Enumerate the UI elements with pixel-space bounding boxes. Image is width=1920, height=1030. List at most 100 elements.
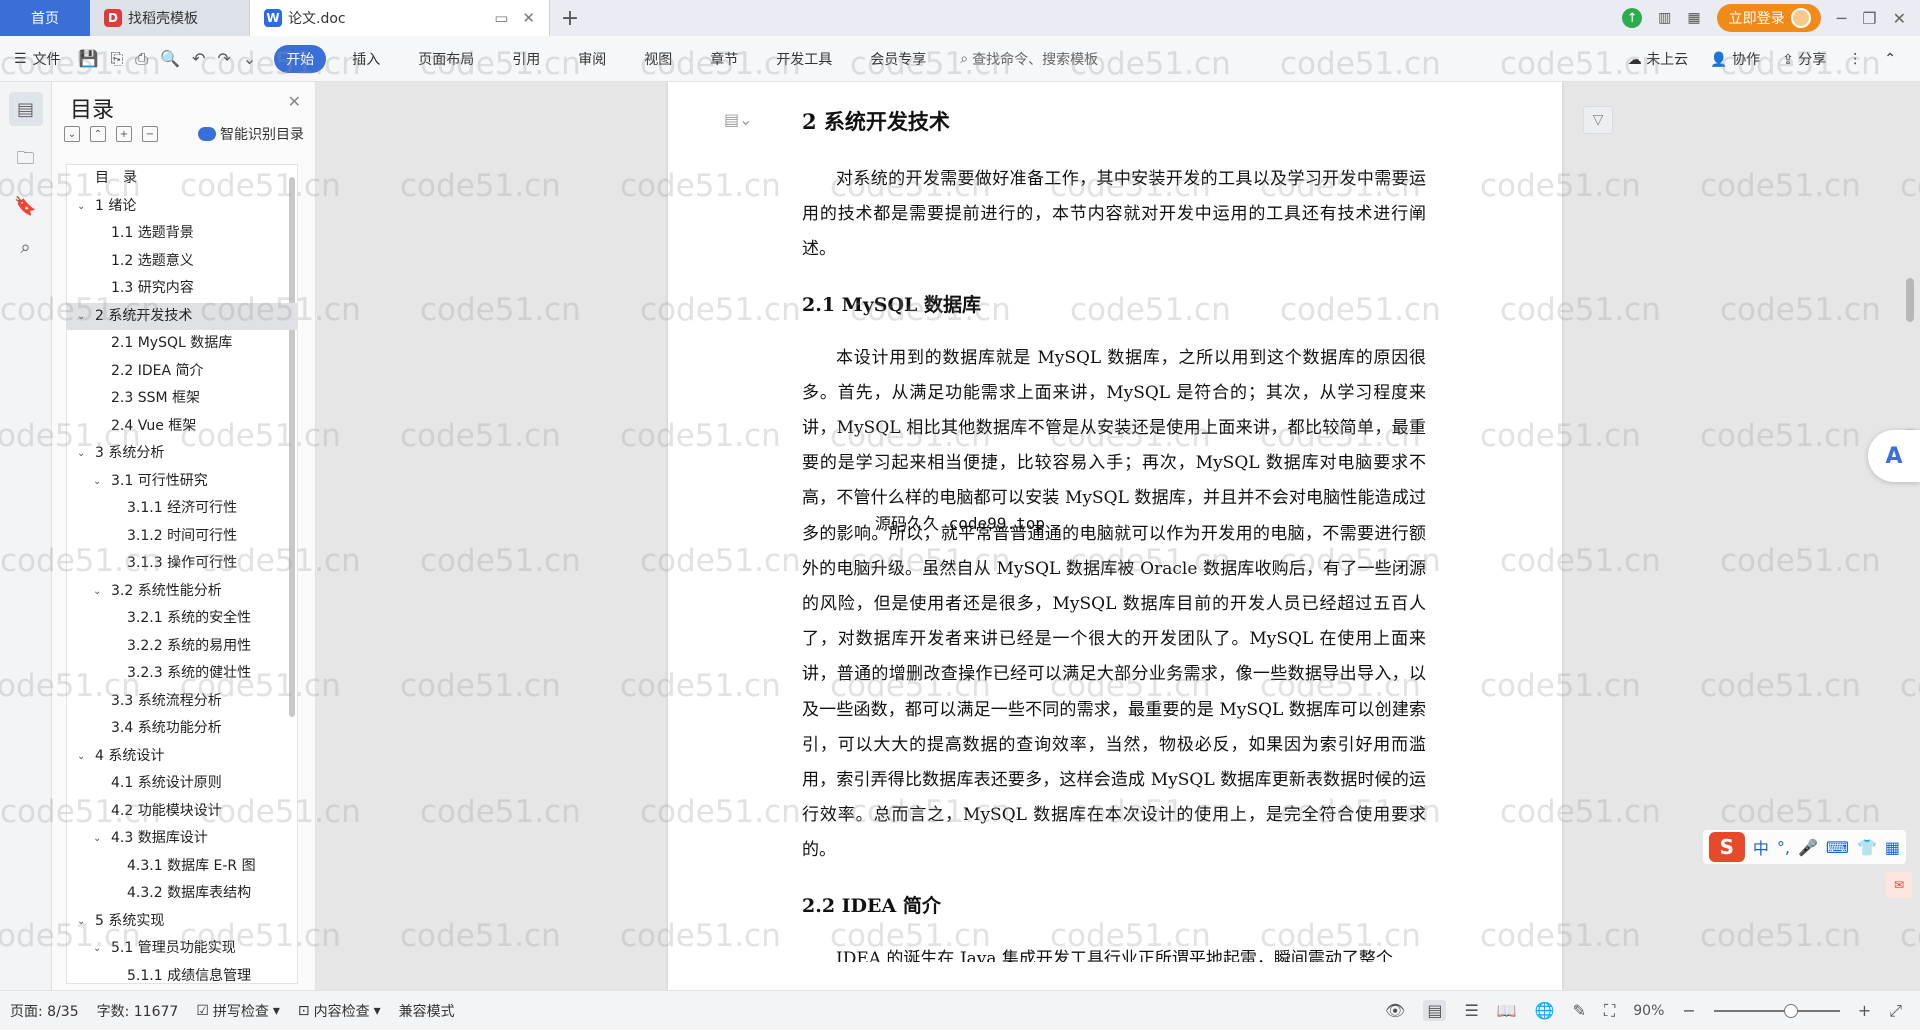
toc-item[interactable]: 2.4 Vue 框架: [67, 413, 297, 441]
minimize-icon[interactable]: ─: [1837, 9, 1847, 28]
outline-view-icon[interactable]: ☰: [1464, 1001, 1478, 1020]
zoom-slider-knob[interactable]: [1783, 1003, 1798, 1018]
web-view-icon[interactable]: 🌐: [1535, 1001, 1555, 1020]
chevron-down-icon[interactable]: ⌄: [93, 825, 101, 853]
toc-item[interactable]: 3.1.3 操作可行性: [67, 550, 297, 578]
ribbon-tab-member[interactable]: 会员专享: [858, 45, 938, 73]
print-icon[interactable]: ⎙: [135, 49, 148, 69]
toc-item[interactable]: 4.1 系统设计原则: [67, 770, 297, 798]
chevron-down-icon[interactable]: ⌄: [77, 908, 85, 936]
tab-template[interactable]: D 找稻壳模板: [90, 0, 250, 36]
toc-item[interactable]: ⌄ 5.1 管理员功能实现: [67, 935, 297, 963]
document-page[interactable]: ▤⌄ 2 系统开发技术 对系统的开发需要做好准备工作，其中安装开发的工具以及学习…: [668, 82, 1562, 990]
toc-item[interactable]: ⌄ 1 绪论: [67, 193, 297, 221]
chevron-down-icon[interactable]: ⌄: [77, 743, 85, 771]
close-icon[interactable]: ✕: [288, 92, 301, 111]
toc-item[interactable]: 3.2.2 系统的易用性: [67, 633, 297, 661]
tab-pin-icon[interactable]: ▭: [494, 9, 508, 27]
zoom-out-icon[interactable]: −: [1682, 1001, 1695, 1020]
toc-item[interactable]: 4.2 功能模块设计: [67, 798, 297, 826]
expand-all-icon[interactable]: ⌄: [64, 126, 80, 142]
file-menu[interactable]: ☰ 文件: [14, 49, 61, 69]
export-icon[interactable]: ⎘: [110, 49, 123, 69]
page-indicator[interactable]: 页面: 8/35: [10, 1001, 79, 1021]
chevron-down-icon[interactable]: ⌄: [93, 578, 101, 606]
chevron-down-icon[interactable]: ⌄: [93, 935, 101, 963]
chevron-down-icon[interactable]: ⌄: [93, 468, 101, 496]
toc-item[interactable]: 5.1.1 成绩信息管理: [67, 963, 297, 984]
toc-item[interactable]: 1.1 选题背景: [67, 220, 297, 248]
content-check-button[interactable]: ⊡ 内容检查 ▾: [298, 1001, 381, 1021]
toc-item[interactable]: 2.1 MySQL 数据库: [67, 330, 297, 358]
write-mode-icon[interactable]: ✎: [1573, 1001, 1586, 1020]
smart-toc-button[interactable]: 智能识别目录: [198, 124, 304, 144]
toc-item[interactable]: ⌄ 2 系统开发技术: [67, 302, 297, 331]
toc-item[interactable]: 1.2 选题意义: [67, 248, 297, 276]
eye-protection-icon[interactable]: 👁: [1385, 1001, 1405, 1020]
page-view-icon[interactable]: ▤: [1423, 1000, 1447, 1021]
reading-view-icon[interactable]: 📖: [1497, 1001, 1517, 1020]
toc-item[interactable]: 目 录: [67, 165, 297, 193]
tab-close-icon[interactable]: ✕: [522, 9, 535, 27]
find-icon[interactable]: ⌕: [20, 237, 30, 258]
filter-icon[interactable]: ▽: [1583, 106, 1613, 134]
share-button[interactable]: ⇪ 分享: [1782, 49, 1826, 69]
chevron-down-icon[interactable]: ⌄: [77, 440, 85, 468]
tab-document[interactable]: W 论文.doc ▭ ✕: [250, 0, 550, 36]
toc-item[interactable]: ⌄ 3 系统分析: [67, 440, 297, 468]
feedback-icon[interactable]: ✉: [1886, 872, 1912, 898]
fit-page-icon[interactable]: ⛶: [1604, 1001, 1615, 1021]
remove-heading-icon[interactable]: −: [142, 126, 158, 142]
restore-icon[interactable]: ❐: [1862, 9, 1876, 28]
toc-item[interactable]: 2.3 SSM 框架: [67, 385, 297, 413]
collapse-all-icon[interactable]: ⌃: [90, 126, 106, 142]
ime-toolbar[interactable]: S 中 °, 🎤 ⌨ 👕 ▦: [1702, 830, 1906, 864]
ribbon-tab-chapter[interactable]: 章节: [698, 45, 750, 73]
toc-item[interactable]: ⌄ 3.1 可行性研究: [67, 468, 297, 496]
toc-item[interactable]: 3.4 系统功能分析: [67, 715, 297, 743]
ribbon-tab-layout[interactable]: 页面布局: [406, 45, 486, 73]
paragraph-tool-icon[interactable]: ▤⌄: [724, 110, 753, 129]
more-icon[interactable]: ⋮: [1848, 51, 1862, 67]
ribbon-tab-developer[interactable]: 开发工具: [764, 45, 844, 73]
toc-item[interactable]: ⌄ 4.3 数据库设计: [67, 825, 297, 853]
toc-item[interactable]: 3.1.2 时间可行性: [67, 523, 297, 551]
ai-assistant-icon[interactable]: A: [1868, 430, 1920, 482]
ribbon-tab-view[interactable]: 视图: [632, 45, 684, 73]
collapse-ribbon-icon[interactable]: ⌃: [1884, 51, 1896, 67]
apps-grid-icon[interactable]: ▦: [1687, 10, 1700, 26]
new-tab-button[interactable]: +: [550, 0, 590, 36]
ribbon-tab-review[interactable]: 审阅: [566, 45, 618, 73]
redo-icon[interactable]: ↷: [217, 49, 230, 69]
chevron-down-icon[interactable]: ⌄: [77, 303, 85, 331]
toc-item[interactable]: ⌄ 5 系统实现: [67, 908, 297, 936]
bookmark-icon[interactable]: 🔖: [14, 196, 36, 217]
toc-item[interactable]: ⌄ 4 系统设计: [67, 743, 297, 771]
toc-item[interactable]: 2.2 IDEA 简介: [67, 358, 297, 386]
ime-apps-icon[interactable]: ▦: [1885, 838, 1900, 857]
tab-home[interactable]: 首页: [0, 0, 90, 36]
ribbon-tab-insert[interactable]: 插入: [340, 45, 392, 73]
toc-item[interactable]: 4.3.1 数据库 E-R 图: [67, 853, 297, 881]
zoom-slider[interactable]: [1713, 1003, 1840, 1018]
skin-icon[interactable]: 👕: [1857, 838, 1877, 857]
print-preview-icon[interactable]: 🔍: [160, 49, 180, 69]
microphone-icon[interactable]: 🎤: [1798, 838, 1818, 857]
close-window-icon[interactable]: ✕: [1893, 9, 1906, 28]
upgrade-icon[interactable]: ↑: [1622, 8, 1643, 28]
undo-icon[interactable]: ↶: [192, 49, 205, 69]
cloud-status[interactable]: ☁ 未上云: [1628, 49, 1688, 69]
zoom-level[interactable]: 90%: [1633, 1003, 1664, 1019]
ribbon-tab-home[interactable]: 开始: [274, 44, 327, 73]
add-heading-icon[interactable]: +: [116, 126, 132, 142]
zoom-in-icon[interactable]: +: [1858, 1001, 1871, 1020]
toc-item[interactable]: ⌄ 3.2 系统性能分析: [67, 578, 297, 606]
command-search[interactable]: ⌕ 查找命令、搜索模板: [960, 49, 1098, 69]
ribbon-tab-references[interactable]: 引用: [500, 45, 552, 73]
ime-punct-icon[interactable]: °,: [1777, 838, 1790, 857]
toc-item[interactable]: 3.1.1 经济可行性: [67, 495, 297, 523]
toc-item[interactable]: 3.2.3 系统的健壮性: [67, 660, 297, 688]
spell-check-button[interactable]: ☑ 拼写检查 ▾: [196, 1001, 280, 1021]
reading-mode-icon[interactable]: ▥: [1658, 10, 1671, 26]
keyboard-icon[interactable]: ⌨: [1826, 838, 1849, 857]
